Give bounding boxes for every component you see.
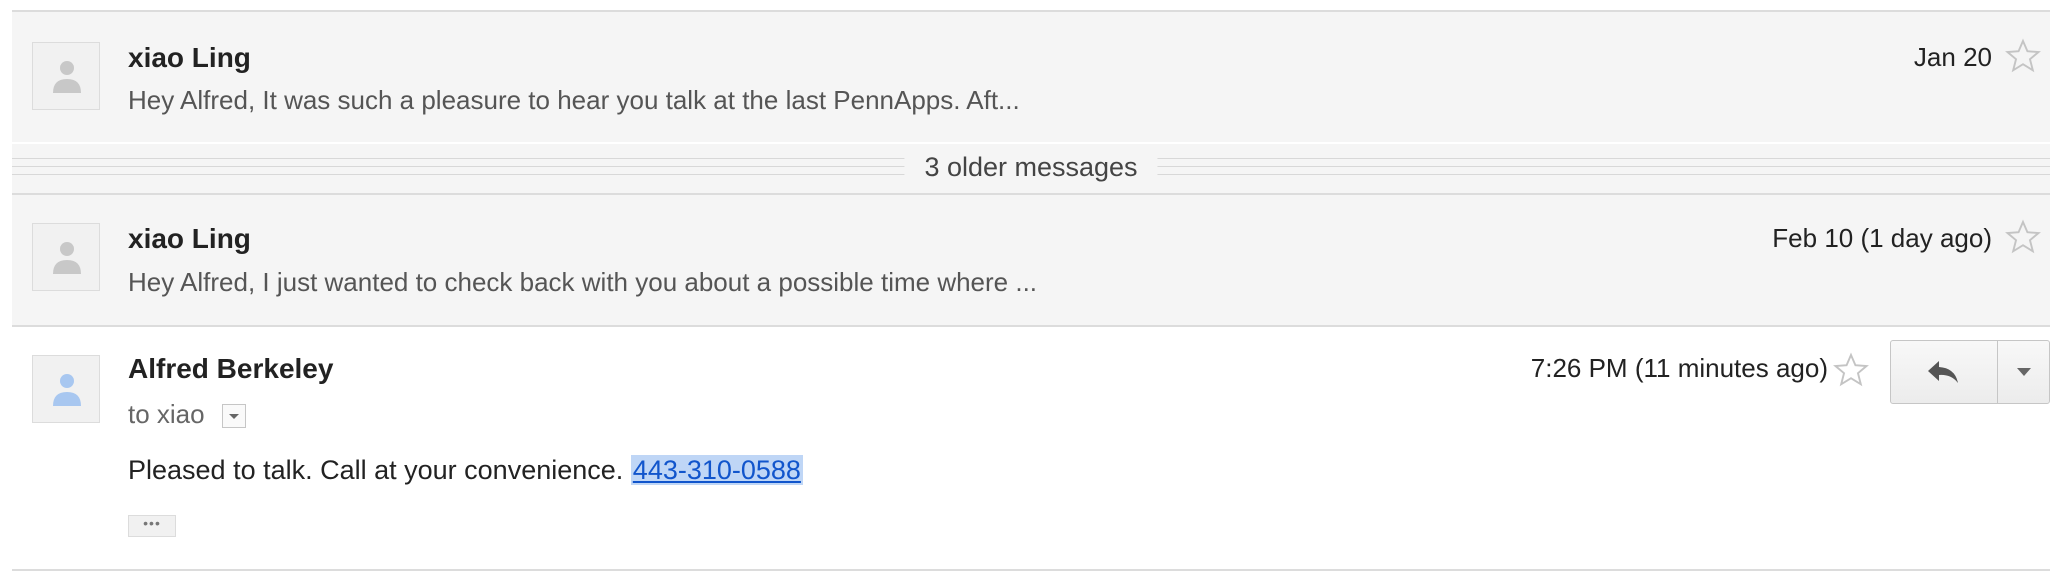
person-silhouette-icon: [53, 61, 81, 93]
star-icon[interactable]: [2004, 218, 2042, 256]
message-snippet: Hey Alfred, It was such a pleasure to he…: [128, 85, 1020, 115]
avatar: [32, 355, 100, 423]
star-icon[interactable]: [1832, 351, 1870, 389]
body-text: Pleased to talk. Call at your convenienc…: [128, 455, 631, 485]
sender-name[interactable]: Alfred Berkeley: [128, 353, 333, 385]
older-messages-label: 3 older messages: [904, 152, 1158, 183]
dropdown-triangle-icon: [2017, 368, 2031, 376]
message-snippet: Hey Alfred, I just wanted to check back …: [128, 267, 1038, 297]
show-details-button[interactable]: [222, 404, 246, 428]
show-trimmed-content-button[interactable]: •••: [128, 515, 176, 537]
message-body: Pleased to talk. Call at your convenienc…: [128, 455, 803, 486]
avatar: [32, 42, 100, 110]
message-date: Feb 10 (1 day ago): [1772, 223, 1992, 253]
message-date: 7:26 PM (11 minutes ago): [1530, 353, 1828, 383]
collapsed-message[interactable]: xiao Ling Hey Alfred, It was such a plea…: [12, 10, 2050, 142]
sender-name: xiao Ling: [128, 223, 251, 254]
reply-button-group: [1890, 340, 2050, 404]
expanded-message: Alfred Berkeley to xiao 7:26 PM (11 minu…: [12, 325, 2050, 571]
email-thread: xiao Ling Hey Alfred, It was such a plea…: [0, 0, 2050, 576]
message-date: Jan 20: [1913, 42, 1992, 72]
reply-arrow-icon: [1928, 361, 1958, 383]
older-messages-expander[interactable]: 3 older messages: [12, 144, 2050, 194]
star-icon[interactable]: [2004, 37, 2042, 75]
chevron-down-icon: [229, 414, 239, 419]
person-silhouette-icon: [53, 374, 81, 406]
recipients-line: to xiao: [128, 399, 205, 429]
phone-link[interactable]: 443-310-0588: [630, 455, 803, 485]
person-silhouette-icon: [53, 242, 81, 274]
avatar: [32, 223, 100, 291]
reply-button[interactable]: [1891, 341, 1997, 403]
collapsed-message[interactable]: xiao Ling Hey Alfred, I just wanted to c…: [12, 193, 2050, 325]
more-actions-button[interactable]: [1998, 341, 2049, 403]
sender-name: xiao Ling: [128, 42, 251, 73]
